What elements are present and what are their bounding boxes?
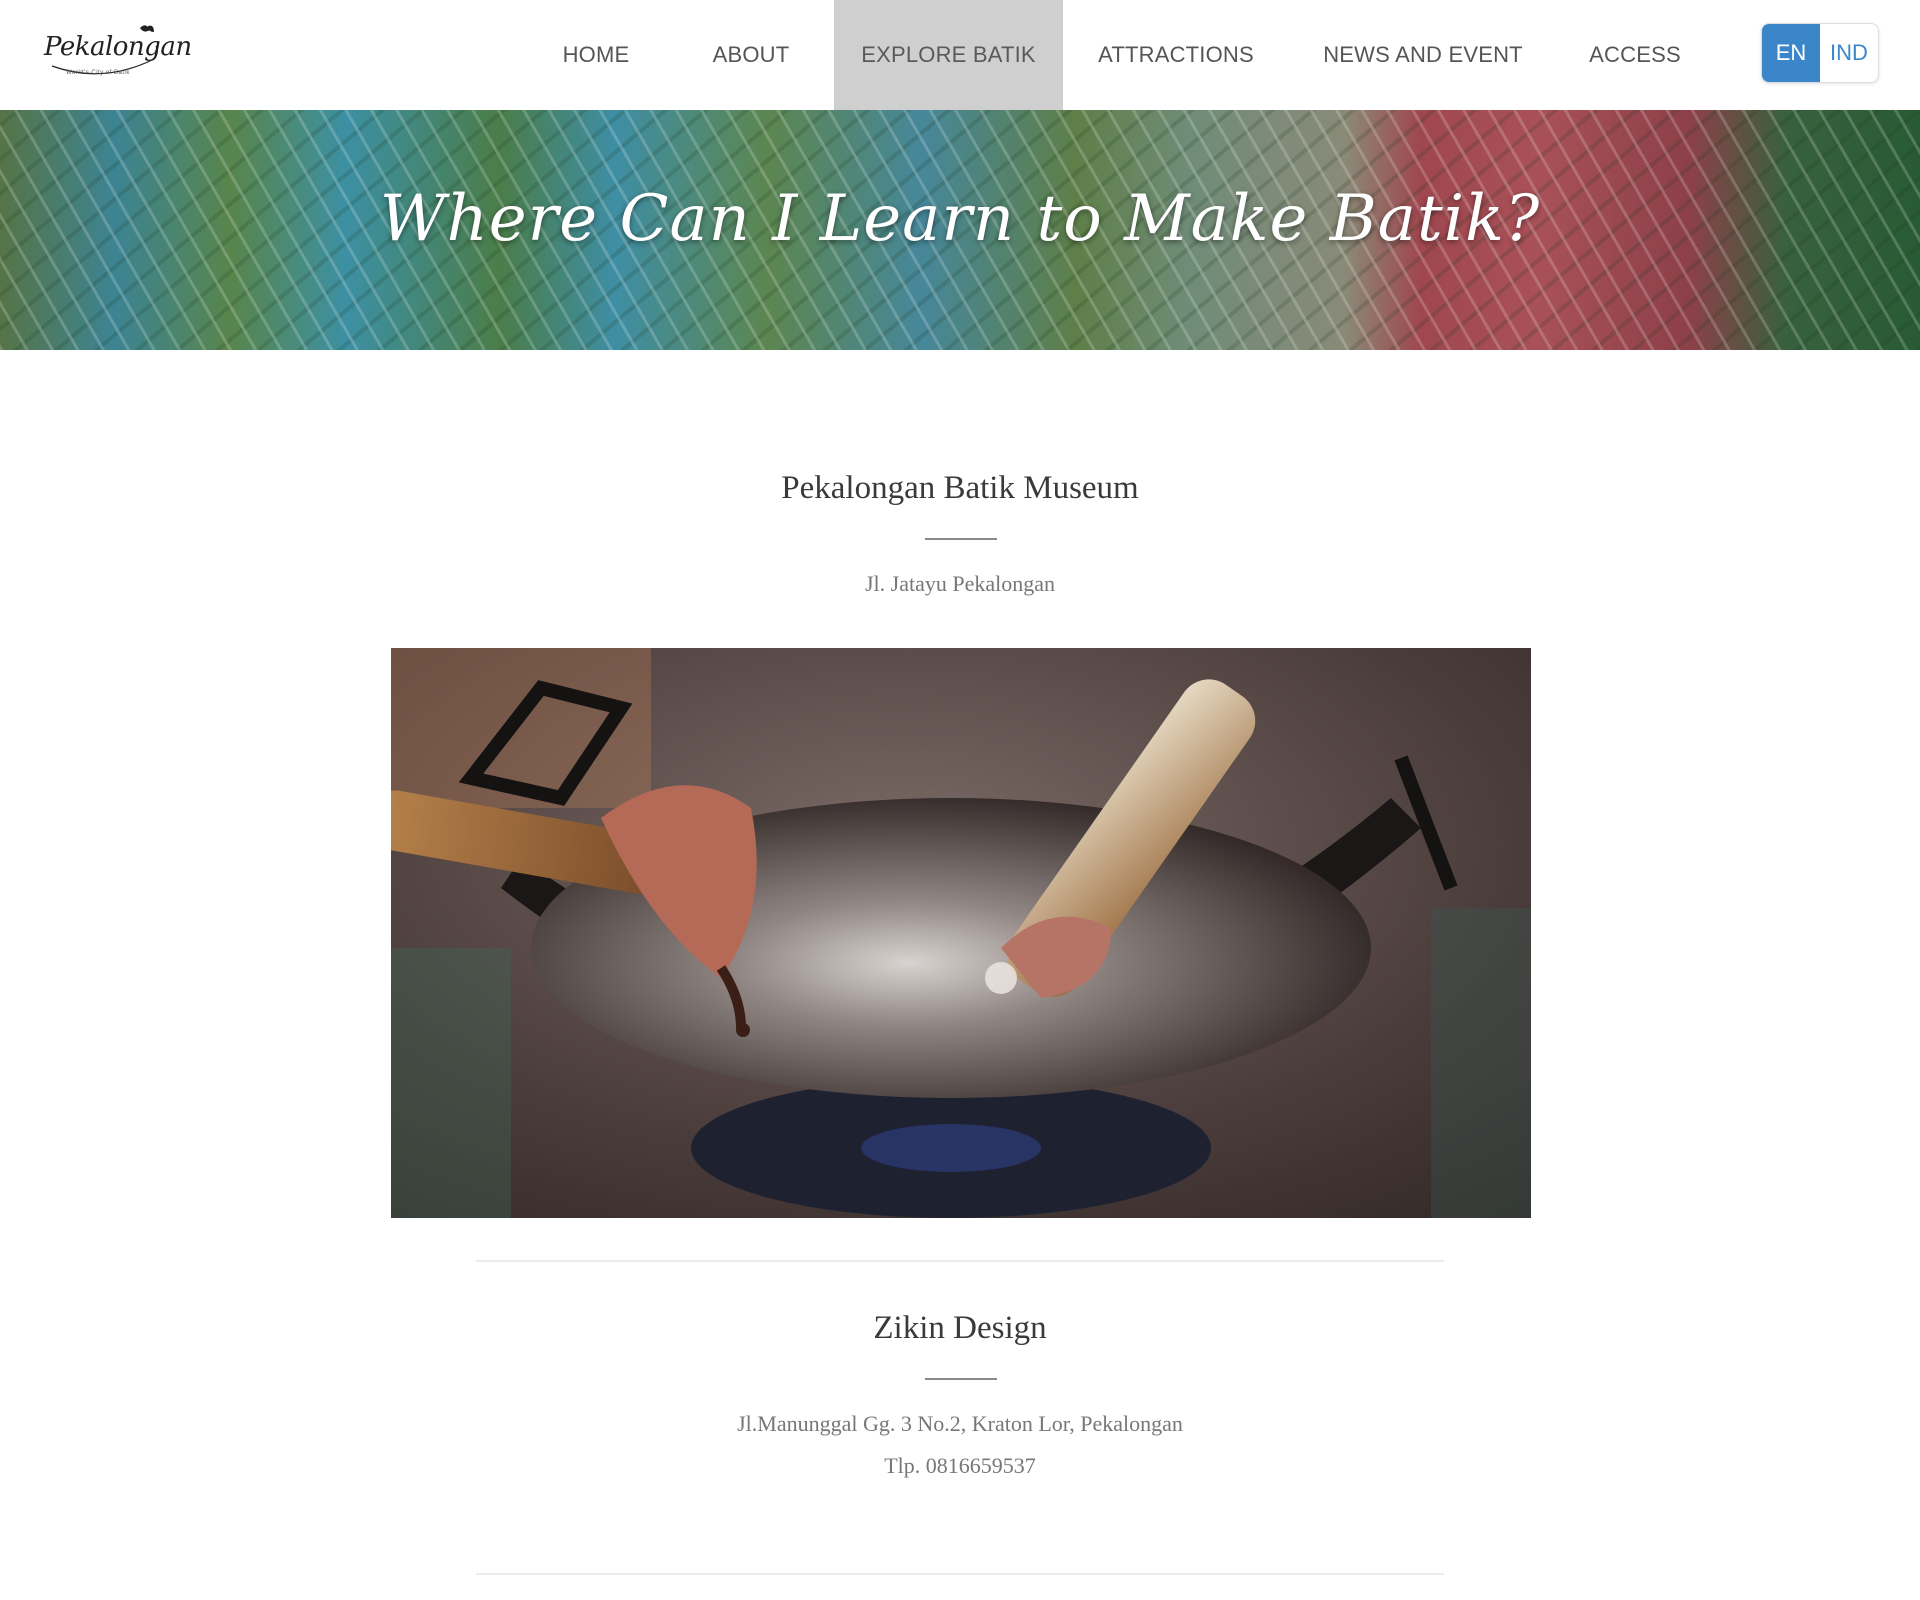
nav-news-and-event[interactable]: NEWS AND EVENT — [1320, 0, 1526, 110]
title-underline — [925, 538, 997, 540]
place-phone: Tlp. 0816659537 — [884, 1453, 1036, 1478]
section-divider — [476, 1573, 1444, 1575]
language-switcher: EN IND — [1761, 23, 1879, 83]
place-title: Pekalongan Batik Museum — [781, 470, 1139, 506]
lang-en-button[interactable]: EN — [1762, 24, 1820, 82]
site-header: Pekalongan World's City of Batik HOME AB… — [0, 0, 1920, 110]
logo-tagline: World's City of Batik — [66, 70, 130, 76]
lang-ind-button[interactable]: IND — [1820, 24, 1878, 82]
section-divider — [476, 1260, 1444, 1262]
place-title: Zikin Design — [873, 1310, 1047, 1346]
site-logo[interactable]: Pekalongan World's City of Batik — [44, 22, 192, 88]
logo-text: Pekalongan — [44, 32, 192, 62]
nav-home[interactable]: HOME — [538, 0, 654, 110]
title-underline — [925, 1378, 997, 1380]
nav-attractions[interactable]: ATTRACTIONS — [1090, 0, 1262, 110]
nav-explore-batik[interactable]: EXPLORE BATIK — [834, 0, 1063, 110]
nav-about[interactable]: ABOUT — [690, 0, 812, 110]
nav-access[interactable]: ACCESS — [1580, 0, 1690, 110]
place-address: Jl.Manunggal Gg. 3 No.2, Kraton Lor, Pek… — [737, 1411, 1183, 1436]
hero-title: Where Can I Learn to Make Batik? — [379, 182, 1541, 256]
place-address: Jl. Jatayu Pekalongan — [864, 571, 1056, 596]
canting-wax-pan-photo — [391, 648, 1531, 1218]
hero-banner: Where Can I Learn to Make Batik? — [0, 110, 1920, 350]
